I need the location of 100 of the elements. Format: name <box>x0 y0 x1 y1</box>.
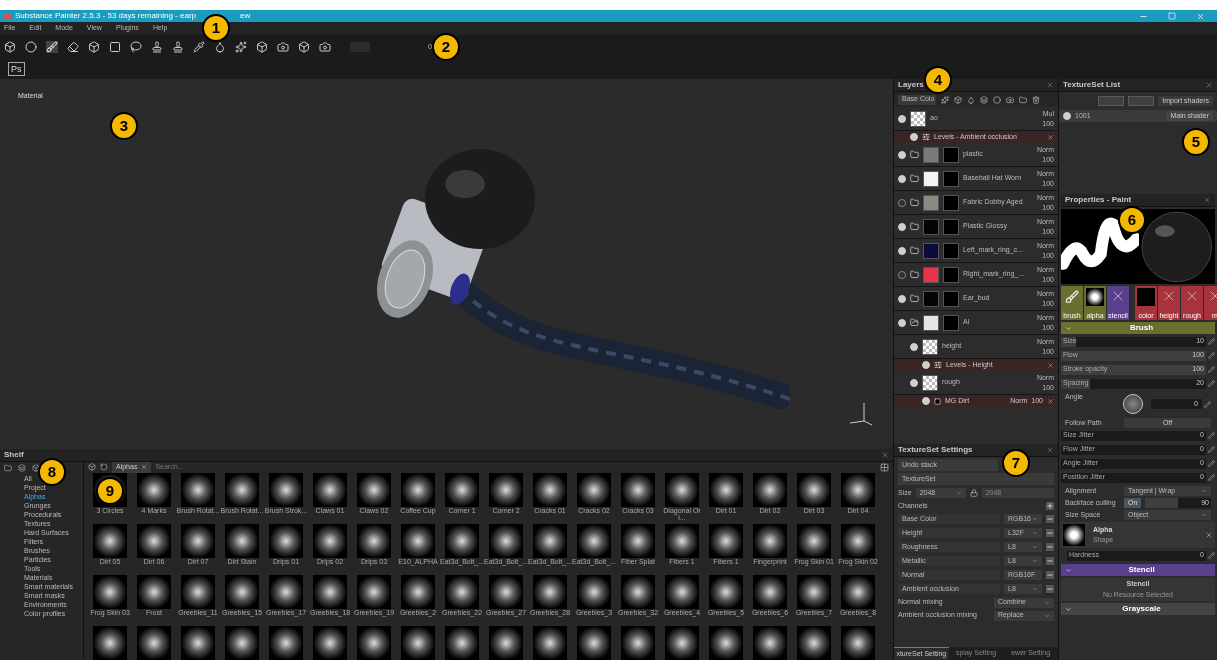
circle-icon[interactable] <box>993 95 1001 104</box>
alpha-thumbnail[interactable] <box>753 472 787 507</box>
visibility-toggle[interactable] <box>922 361 930 369</box>
cube-icon[interactable] <box>954 95 962 104</box>
cube-icon[interactable] <box>88 41 100 53</box>
visibility-toggle[interactable] <box>910 342 918 351</box>
grid-view-icon[interactable] <box>880 462 889 472</box>
visibility-toggle[interactable] <box>898 246 906 255</box>
alpha-thumbnail[interactable] <box>401 523 435 558</box>
visibility-toggle[interactable] <box>910 133 918 141</box>
camera-icon[interactable] <box>1006 95 1014 104</box>
alpha-thumbnail[interactable] <box>269 523 303 558</box>
visibility-toggle[interactable] <box>898 318 906 327</box>
visibility-toggle[interactable] <box>910 378 918 387</box>
alpha-thumbnail[interactable] <box>753 523 787 558</box>
edit-icon[interactable] <box>1208 446 1215 453</box>
alpha-thumbnail[interactable] <box>841 523 875 558</box>
alpha-thumbnail[interactable] <box>313 523 347 558</box>
edit-icon[interactable] <box>1208 460 1215 467</box>
alpha-thumbnail[interactable] <box>225 472 259 507</box>
edit-icon[interactable] <box>1208 432 1215 439</box>
droplet-icon[interactable] <box>214 41 226 53</box>
camera-icon[interactable] <box>277 41 289 53</box>
edit-icon[interactable] <box>1204 400 1211 408</box>
alpha-thumbnail[interactable] <box>533 472 567 507</box>
alpha-thumbnail[interactable] <box>137 472 171 507</box>
alpha-thumbnail[interactable] <box>709 574 743 609</box>
alpha-thumbnail[interactable] <box>445 523 479 558</box>
alpha-thumbnail[interactable] <box>445 574 479 609</box>
alpha-thumbnail[interactable] <box>753 574 787 609</box>
remove-icon[interactable] <box>1205 531 1213 539</box>
alpha-thumbnail[interactable] <box>709 523 743 558</box>
alpha-thumbnail[interactable] <box>489 472 523 507</box>
cube-icon[interactable] <box>4 41 16 53</box>
alpha-thumbnail[interactable] <box>577 472 611 507</box>
folder-icon[interactable] <box>1019 95 1027 104</box>
alpha-thumbnail[interactable] <box>445 472 479 507</box>
alpha-thumbnail[interactable] <box>665 523 699 558</box>
folder-icon[interactable] <box>4 464 12 472</box>
alpha-thumbnail[interactable] <box>489 523 523 558</box>
visibility-toggle[interactable] <box>898 294 906 303</box>
section-header[interactable]: Stencil <box>1061 564 1215 576</box>
alpha-thumbnail[interactable] <box>445 625 479 660</box>
visibility-toggle[interactable] <box>1063 112 1071 120</box>
alpha-thumbnail[interactable] <box>577 574 611 609</box>
alpha-thumbnail[interactable] <box>841 574 875 609</box>
alpha-thumbnail[interactable] <box>181 472 215 507</box>
layers-icon[interactable] <box>18 464 26 472</box>
remove-icon[interactable] <box>1047 133 1054 141</box>
brush-icon[interactable] <box>46 41 58 53</box>
alpha-thumbnail[interactable] <box>621 574 655 609</box>
alpha-thumbnail[interactable] <box>137 625 171 660</box>
alpha-thumbnail[interactable] <box>577 523 611 558</box>
photoshop-export-button[interactable]: Ps <box>8 62 25 76</box>
alpha-thumbnail[interactable] <box>665 625 699 660</box>
alpha-thumbnail[interactable] <box>357 625 391 660</box>
lasso-icon[interactable] <box>130 41 142 53</box>
remove-filter-icon[interactable] <box>141 464 148 471</box>
edit-icon[interactable] <box>1208 366 1215 373</box>
alpha-thumbnail[interactable] <box>841 472 875 507</box>
alpha-thumbnail[interactable] <box>137 574 171 609</box>
section-header[interactable]: Brush <box>1061 322 1215 334</box>
alpha-thumbnail[interactable] <box>93 574 127 609</box>
alpha-thumbnail[interactable] <box>665 574 699 609</box>
alpha-thumbnail[interactable] <box>357 472 391 507</box>
alpha-thumbnail[interactable] <box>137 523 171 558</box>
stamp-icon[interactable] <box>151 41 163 53</box>
alpha-thumbnail[interactable] <box>401 472 435 507</box>
sparkle-icon[interactable] <box>235 41 247 53</box>
eraser-icon[interactable] <box>67 41 79 53</box>
alpha-thumbnail[interactable] <box>489 574 523 609</box>
alpha-thumbnail[interactable] <box>181 625 215 660</box>
alpha-thumbnail[interactable] <box>621 523 655 558</box>
cube-icon[interactable] <box>32 464 40 472</box>
section-header[interactable]: Grayscale <box>1061 603 1215 615</box>
visibility-toggle[interactable] <box>898 222 906 231</box>
remove-icon[interactable] <box>1047 397 1054 405</box>
edit-icon[interactable] <box>1208 474 1215 481</box>
alpha-thumbnail[interactable] <box>313 574 347 609</box>
alpha-thumbnail[interactable] <box>665 472 699 507</box>
alpha-thumbnail[interactable] <box>401 625 435 660</box>
square-icon[interactable] <box>109 41 121 53</box>
alpha-thumbnail[interactable] <box>489 625 523 660</box>
alpha-thumbnail[interactable] <box>797 625 831 660</box>
alpha-thumbnail[interactable] <box>533 574 567 609</box>
visibility-toggle[interactable] <box>898 114 906 123</box>
edit-icon[interactable] <box>1208 380 1215 387</box>
alpha-thumbnail[interactable] <box>181 574 215 609</box>
camera-icon[interactable] <box>319 41 331 53</box>
angle-dial[interactable] <box>1122 394 1143 414</box>
edit-icon[interactable] <box>1208 338 1215 345</box>
visibility-toggle[interactable] <box>898 150 906 159</box>
alpha-thumbnail[interactable] <box>269 625 303 660</box>
alpha-thumbnail[interactable] <box>709 625 743 660</box>
reset-icon[interactable] <box>100 463 108 472</box>
edit-icon[interactable] <box>1208 352 1215 359</box>
alpha-thumbnail[interactable] <box>269 574 303 609</box>
edit-icon[interactable] <box>1208 552 1215 559</box>
cube-icon[interactable] <box>298 41 310 53</box>
alpha-thumbnail[interactable] <box>401 574 435 609</box>
